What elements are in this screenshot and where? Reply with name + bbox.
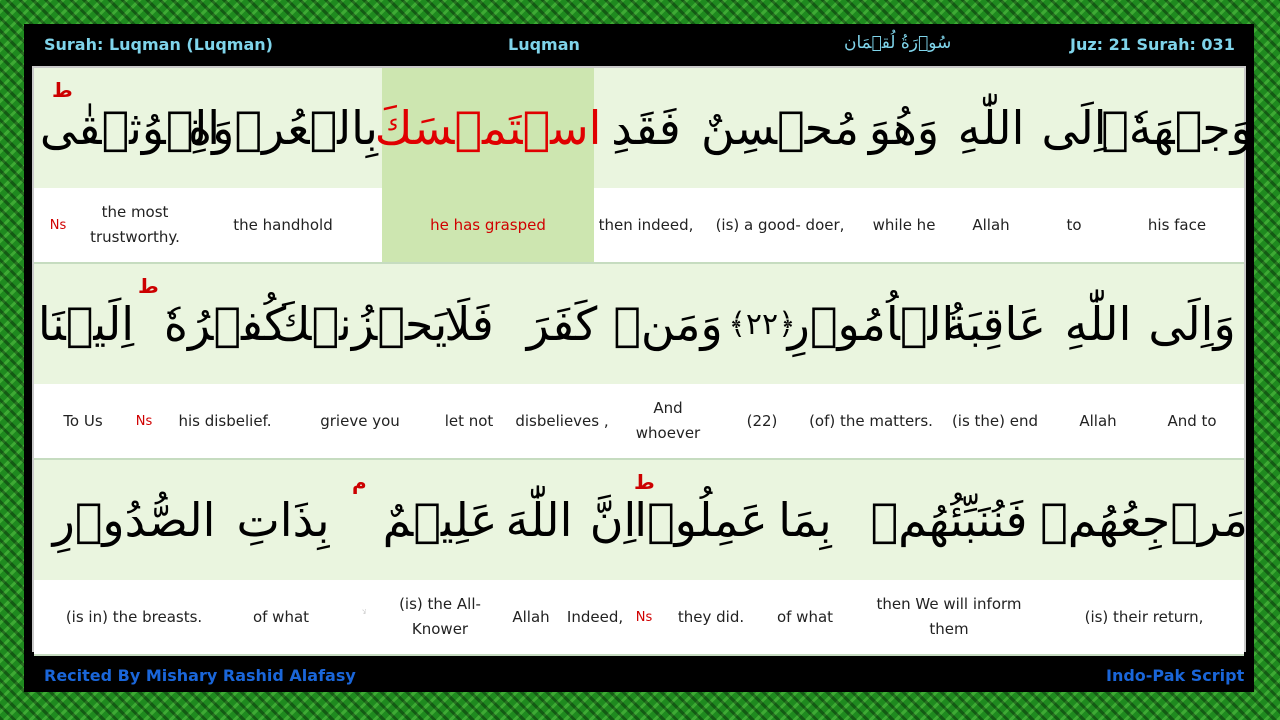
- arabic-line-3: مَرۡجِعُهُمۡ فَنُنَبِّئُهُمۡ بِمَا عَمِل…: [34, 460, 1248, 581]
- arabic-word: اللّٰهِ: [1064, 297, 1132, 351]
- arabic-word: بِذَاتِ: [236, 493, 330, 547]
- surah-arabic-name: سُوۡرَةُ لُقۡمَان: [844, 33, 952, 53]
- pause-mark: ط: [52, 78, 73, 102]
- translation-word: let not: [444, 411, 494, 430]
- translation-word: to: [1066, 215, 1082, 234]
- translation-line-1: his face to Allah while he (is) a good- …: [34, 188, 1244, 264]
- arabic-line-2: وَاِلَى اللّٰهِ عَاقِبَةُ الۡاُمُوۡرِ ﴿۲…: [34, 264, 1244, 385]
- translation-word: his disbelief.: [178, 411, 272, 430]
- translation-word: the handhold: [233, 215, 333, 234]
- pause-note: Ns: [635, 609, 653, 625]
- arabic-word: وَمَنۡ: [613, 297, 723, 351]
- reciter-credit: Recited By Mishary Rashid Alafasy: [44, 666, 356, 685]
- arabic-word: اللّٰهِ: [957, 101, 1025, 155]
- surah-title: Surah: Luqman (Luqman): [44, 35, 273, 54]
- arabic-word: وَجۡهَهٗۤ: [1101, 101, 1253, 155]
- arabic-word: الصُّدُوۡرِ: [52, 493, 216, 547]
- pause-note: Ns: [49, 217, 67, 233]
- translation-word: (is the) end: [951, 411, 1039, 430]
- verse-panel: وَجۡهَهٗۤ اِلَى اللّٰهِ وَهُوَ مُحۡسِنٌ …: [32, 66, 1253, 656]
- arabic-word: اِلَى: [1041, 101, 1107, 155]
- pause-mark: ط: [138, 274, 159, 298]
- arabic-word: الۡوُثۡقٰى: [39, 101, 221, 155]
- arabic-word: يَحۡزُنۡكَ: [272, 297, 448, 351]
- translation-word: while he: [872, 215, 936, 234]
- translation-word: (22): [746, 411, 778, 430]
- arabic-word: مُحۡسِنٌ: [701, 101, 859, 155]
- translation-word: of what: [776, 607, 834, 626]
- verse-number-marker: ﴿۲۲﴾: [728, 306, 796, 342]
- translation-word: then We will inform them: [876, 595, 1022, 638]
- translation-line-3: (is) their return, then We will inform t…: [34, 580, 1244, 656]
- translation-mark: ۙ: [342, 580, 382, 654]
- translation-word: (is) their return,: [1084, 607, 1204, 626]
- juz-surah-info: Juz: 21 Surah: 031: [1070, 35, 1235, 54]
- translation-word: (of) the matters.: [809, 411, 933, 430]
- translation-word: To Us: [63, 411, 103, 430]
- translation-word: of what: [252, 607, 310, 626]
- arabic-word-highlighted: اسۡتَمۡسَكَ: [375, 68, 601, 188]
- arabic-word: فَقَدِ: [611, 101, 681, 155]
- translation-line-2: And to Allah (is the) end (of) the matte…: [34, 384, 1244, 460]
- arabic-word: فَنُنَبِّئُهُمۡ: [870, 493, 1028, 547]
- arabic-word: مَرۡجِعُهُمۡ: [1040, 493, 1248, 547]
- arabic-word: عَمِلُوۡا: [634, 493, 768, 547]
- pause-mark: ط: [634, 470, 655, 494]
- translation-word: Allah: [972, 215, 1010, 234]
- arabic-line-1: وَجۡهَهٗۤ اِلَى اللّٰهِ وَهُوَ مُحۡسِنٌ …: [34, 68, 1253, 189]
- translation-word: Allah: [512, 607, 550, 626]
- arabic-word: اِلَيۡنَا: [37, 297, 135, 351]
- arabic-word: بِمَا: [778, 493, 832, 547]
- footer-bar: Recited By Mishary Rashid Alafasy Indo-P…: [24, 660, 1254, 692]
- translation-word: (is in) the breasts.: [65, 607, 203, 626]
- translation-word: And whoever: [635, 399, 701, 442]
- translation-word: the most trustworthy.: [90, 203, 180, 246]
- translation-word: (is) a good- doer,: [715, 215, 845, 234]
- arabic-word: كُفۡرُهٗ: [163, 297, 287, 351]
- arabic-word: الۡاُمُوۡرِ: [787, 297, 955, 351]
- translation-word: they did.: [677, 607, 745, 626]
- translation-word-highlighted: he has grasped: [382, 188, 594, 262]
- arabic-word: كَفَرَ: [526, 297, 598, 351]
- arabic-word: وَاِلَى: [1148, 297, 1236, 351]
- translation-word: grieve you: [320, 411, 400, 430]
- translation-word: (is) the All-Knower: [399, 595, 481, 638]
- script-label: Indo-Pak Script: [1106, 666, 1245, 685]
- arabic-word: وَهُوَ: [868, 101, 940, 155]
- arabic-word: عَلِيۡمٌ: [382, 493, 498, 547]
- translation-word: Allah: [1079, 411, 1117, 430]
- translation-word: And to: [1167, 411, 1217, 430]
- header-bar: Surah: Luqman (Luqman) Luqman سُوۡرَةُ ل…: [24, 24, 1254, 64]
- video-frame: Surah: Luqman (Luqman) Luqman سُوۡرَةُ ل…: [24, 24, 1254, 692]
- translation-word: then indeed,: [598, 215, 694, 234]
- translation-word: Indeed,: [566, 607, 624, 626]
- pause-mark-meem: م: [352, 470, 367, 494]
- pause-note: Ns: [135, 413, 153, 429]
- arabic-word: اللّٰهَ: [505, 493, 573, 547]
- translation-word: his face: [1147, 215, 1207, 234]
- translation-word: disbelieves ,: [515, 411, 609, 430]
- surah-name: Luqman: [508, 35, 580, 54]
